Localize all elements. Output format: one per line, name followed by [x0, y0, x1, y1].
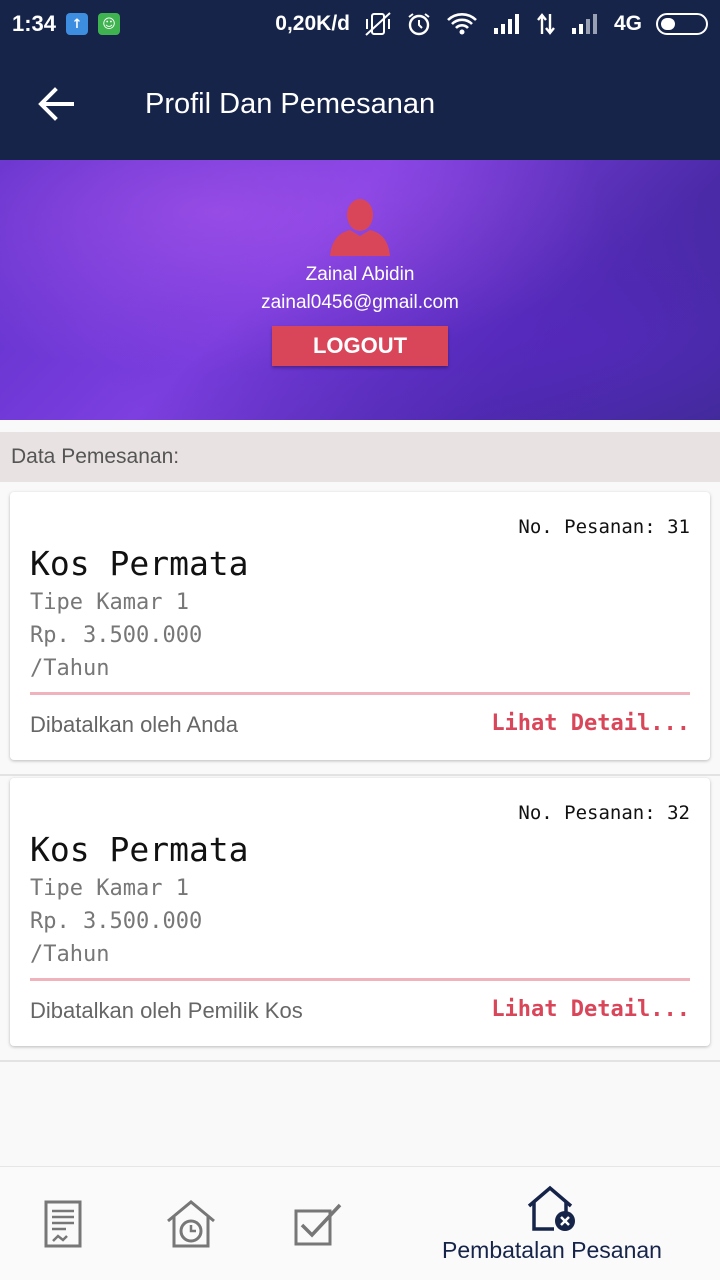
order-status: Dibatalkan oleh Pemilik Kos — [30, 998, 303, 1023]
user-avatar-icon — [328, 196, 392, 260]
nav-item-history[interactable] — [158, 1167, 224, 1280]
status-time: 1:34 — [12, 11, 57, 36]
room-type: Tipe Kamar 1 — [30, 590, 189, 615]
nav-item-cancellations[interactable]: Pembatalan Pesanan — [420, 1167, 684, 1280]
status-bar: 1:34 ↑ ☺ 0,20K/d 4G — [0, 0, 720, 48]
app-notification-icon: ☺ — [98, 13, 121, 35]
house-cancel-icon — [527, 1185, 575, 1231]
vibrate-off-icon — [364, 11, 392, 37]
order-number: No. Pesanan: 31 — [518, 516, 690, 538]
network-type: 4G — [613, 12, 642, 35]
kos-name: Kos Permata — [30, 544, 249, 583]
logout-button[interactable]: LOGOUT — [272, 326, 448, 366]
document-icon — [44, 1200, 82, 1248]
arrow-back-icon — [38, 87, 74, 121]
nav-item-confirmed[interactable] — [286, 1167, 352, 1280]
order-card[interactable]: No. Pesanan: 32 Kos Permata Tipe Kamar 1… — [10, 778, 710, 1046]
card-divider — [30, 978, 690, 981]
order-price: Rp. 3.500.000 — [30, 909, 203, 934]
battery-icon — [656, 13, 708, 35]
signal-icon — [492, 13, 522, 35]
order-price: Rp. 3.500.000 — [30, 623, 203, 648]
signal-2-icon — [570, 13, 600, 35]
list-separator — [0, 1046, 720, 1062]
back-button[interactable] — [0, 48, 112, 160]
card-divider — [30, 692, 690, 695]
net-speed: 0,20K/d — [275, 12, 350, 35]
order-card[interactable]: No. Pesanan: 31 Kos Permata Tipe Kamar 1… — [10, 492, 710, 760]
data-transfer-icon — [536, 12, 556, 36]
page-title: Profil Dan Pemesanan — [145, 87, 436, 120]
wifi-icon — [446, 12, 478, 36]
user-email: zainal0456@gmail.com — [261, 292, 459, 313]
kos-name: Kos Permata — [30, 830, 249, 869]
view-detail-link[interactable]: Lihat Detail... — [491, 997, 690, 1022]
checkbox-icon — [294, 1203, 342, 1246]
upload-notification-icon: ↑ — [66, 13, 89, 35]
nav-active-label: Pembatalan Pesanan — [442, 1236, 662, 1263]
room-type: Tipe Kamar 1 — [30, 876, 189, 901]
house-clock-icon — [167, 1200, 215, 1248]
nav-item-orders[interactable] — [30, 1167, 96, 1280]
order-period: /Tahun — [30, 942, 110, 967]
order-list: No. Pesanan: 31 Kos Permata Tipe Kamar 1… — [0, 492, 720, 1062]
profile-header: Zainal Abidin zainal0456@gmail.com LOGOU… — [0, 160, 720, 420]
order-period: /Tahun — [30, 656, 110, 681]
orders-section-label: Data Pemesanan: — [0, 432, 720, 482]
order-status: Dibatalkan oleh Anda — [30, 712, 238, 737]
order-number: No. Pesanan: 32 — [518, 802, 690, 824]
list-separator — [0, 760, 720, 776]
user-name: Zainal Abidin — [305, 264, 415, 285]
bottom-navigation: Pembatalan Pesanan — [0, 1166, 720, 1280]
app-bar: Profil Dan Pemesanan — [0, 48, 720, 160]
alarm-icon — [406, 11, 432, 37]
view-detail-link[interactable]: Lihat Detail... — [491, 711, 690, 736]
